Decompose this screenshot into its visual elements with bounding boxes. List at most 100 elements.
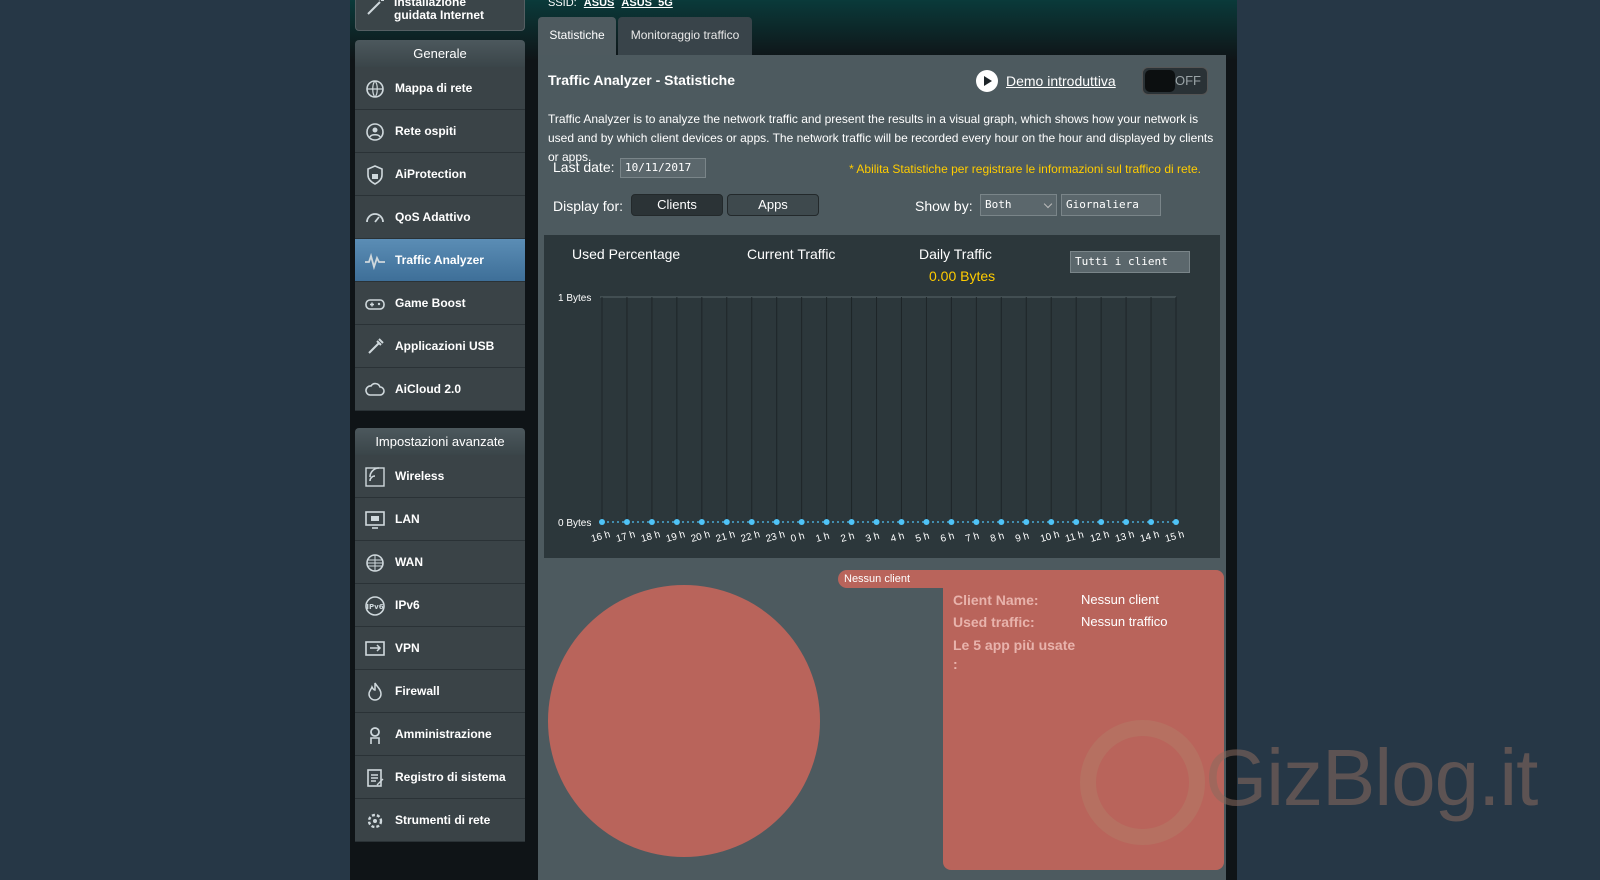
- show-by-value: Both: [985, 198, 1012, 211]
- sidebar-item-label: AiProtection: [395, 167, 467, 181]
- demo-link[interactable]: Demo introduttiva: [1006, 73, 1116, 89]
- ipv6-icon: IPv6: [365, 596, 385, 616]
- sidebar-item-wan[interactable]: WAN: [355, 541, 525, 584]
- sidebar-item-label: WAN: [395, 555, 423, 569]
- data-point: [1173, 519, 1179, 525]
- admin-gear-icon: [370, 727, 380, 744]
- x-tick-label: 0 h: [790, 531, 806, 545]
- wifi-icon: [365, 467, 385, 487]
- data-point: [723, 519, 730, 525]
- x-tick-label: 9 h: [1014, 531, 1030, 545]
- clients-select[interactable]: Tutti i client: [1070, 251, 1190, 273]
- sidebar-item-label: Amministrazione: [395, 727, 492, 741]
- daily-traffic-heading: Daily Traffic: [919, 246, 992, 262]
- x-tick-label: 16 h: [590, 529, 612, 545]
- statistics-toggle[interactable]: OFF: [1142, 67, 1208, 95]
- period-select[interactable]: Giornaliera: [1061, 194, 1161, 216]
- x-tick-label: 2 h: [839, 531, 855, 545]
- globe-network-icon: [366, 80, 384, 98]
- x-tick-label: 17 h: [615, 529, 637, 545]
- play-icon[interactable]: [976, 70, 998, 92]
- current-traffic-heading: Current Traffic: [747, 246, 836, 262]
- tab-statistiche[interactable]: Statistiche: [538, 17, 616, 55]
- guest-network-icon: [366, 123, 384, 141]
- last-date-label: Last date:: [553, 159, 615, 175]
- sidebar-item-aicloud-2-0[interactable]: AiCloud 2.0: [355, 368, 525, 411]
- lock-shield-icon: [367, 165, 383, 185]
- data-point: [1123, 519, 1130, 525]
- sidebar-item-label: Strumenti di rete: [395, 813, 491, 827]
- sidebar-item-rete-ospiti[interactable]: Rete ospiti: [355, 110, 525, 153]
- sidebar-item-amministrazione[interactable]: Amministrazione: [355, 713, 525, 756]
- daily-traffic-value: 0.00 Bytes: [929, 268, 996, 284]
- used-traffic-label: Used traffic:: [953, 614, 1035, 630]
- data-point: [648, 519, 655, 525]
- data-point: [773, 519, 780, 525]
- ssid-link-24g[interactable]: ASUS: [584, 0, 615, 9]
- sidebar-item-label: Rete ospiti: [395, 124, 457, 138]
- x-tick-label: 21 h: [715, 529, 737, 545]
- data-point: [1073, 519, 1080, 525]
- sidebar-item-wireless[interactable]: Wireless: [355, 455, 525, 498]
- data-point: [923, 519, 930, 525]
- sidebar-item-label: Game Boost: [395, 296, 466, 310]
- sidebar-item-label: IPv6: [395, 598, 420, 612]
- toggle-knob: [1145, 70, 1175, 92]
- sidebar-item-aiprotection[interactable]: AiProtection: [355, 153, 525, 196]
- sidebar-item-label: AiCloud 2.0: [395, 382, 462, 396]
- show-by-select[interactable]: Both: [980, 194, 1057, 216]
- sidebar-advanced-list: Wireless LAN WAN IPv6 IPv6 VPN Firewall Amminis…: [355, 455, 525, 842]
- display-apps-button[interactable]: Apps: [727, 194, 819, 216]
- sidebar-item-registro-di-sistema[interactable]: Registro di sistema: [355, 756, 525, 799]
- tools-icon: [367, 813, 383, 829]
- demo-link-group[interactable]: Demo introduttiva: [976, 69, 1116, 93]
- sidebar-item-game-boost[interactable]: Game Boost: [355, 282, 525, 325]
- gamepad-icon: [365, 299, 385, 310]
- sidebar-general-header: Generale: [355, 40, 525, 67]
- cloud-icon: [365, 382, 385, 396]
- ssid-link-5g[interactable]: ASUS_5G: [621, 0, 672, 9]
- x-tick-label: 13 h: [1114, 529, 1136, 545]
- data-point: [599, 519, 605, 525]
- tab-monitoraggio-traffico[interactable]: Monitoraggio traffico: [618, 17, 752, 55]
- sidebar-item-strumenti-di-rete[interactable]: Strumenti di rete: [355, 799, 525, 842]
- x-tick-label: 14 h: [1139, 529, 1161, 545]
- vpn-icon: [365, 641, 385, 656]
- x-tick-label: 11 h: [1064, 529, 1085, 544]
- sidebar-item-firewall[interactable]: Firewall: [355, 670, 525, 713]
- data-point: [1098, 519, 1105, 525]
- lan-icon: [365, 511, 385, 529]
- sidebar-general-section: Generale Mappa di rete Rete ospiti AiProte…: [355, 40, 525, 411]
- x-tick-label: 7 h: [964, 531, 980, 545]
- router-admin-app: SSID: ASUS ASUS_5G Installazione guidata…: [0, 0, 1600, 880]
- sidebar-item-quick-setup[interactable]: Installazione guidata Internet: [355, 0, 525, 31]
- usb-icon: [368, 338, 384, 354]
- sidebar-advanced-section: Impostazioni avanzate Wireless LAN WAN IPv6…: [355, 428, 525, 842]
- sidebar-item-qos-adattivo[interactable]: QoS Adattivo: [355, 196, 525, 239]
- x-tick-label: 3 h: [864, 531, 880, 545]
- sidebar-advanced-header: Impostazioni avanzate: [355, 428, 525, 455]
- sidebar-item-lan[interactable]: LAN: [355, 498, 525, 541]
- sidebar-item-mappa-di-rete[interactable]: Mappa di rete: [355, 67, 525, 110]
- usage-pie-chart[interactable]: [548, 585, 820, 857]
- sidebar-item-applicazioni-usb[interactable]: Applicazioni USB: [355, 325, 525, 368]
- wan-globe-icon: [366, 554, 384, 572]
- x-tick-label: 23 h: [765, 529, 787, 545]
- data-point: [873, 519, 880, 525]
- data-point: [798, 519, 805, 525]
- watermark-logo-icon: [1080, 720, 1205, 845]
- last-date-field[interactable]: 10/11/2017: [620, 158, 706, 178]
- watermark: GizBlog.it: [1080, 720, 1560, 850]
- x-tick-label: 5 h: [914, 531, 930, 545]
- data-point: [848, 519, 855, 525]
- sidebar-item-label: Registro di sistema: [395, 770, 506, 784]
- display-clients-button[interactable]: Clients: [631, 194, 723, 216]
- sidebar-item-traffic-analyzer[interactable]: Traffic Analyzer: [355, 239, 525, 282]
- svg-text:IPv6: IPv6: [366, 603, 383, 611]
- x-tick-label: 18 h: [640, 529, 662, 545]
- sidebar-item-ipv6[interactable]: IPv6 IPv6: [355, 584, 525, 627]
- data-point: [1023, 519, 1030, 525]
- ssid-bar: SSID: ASUS ASUS_5G: [548, 0, 673, 9]
- sidebar-item-vpn[interactable]: VPN: [355, 627, 525, 670]
- toggle-label: OFF: [1175, 73, 1201, 88]
